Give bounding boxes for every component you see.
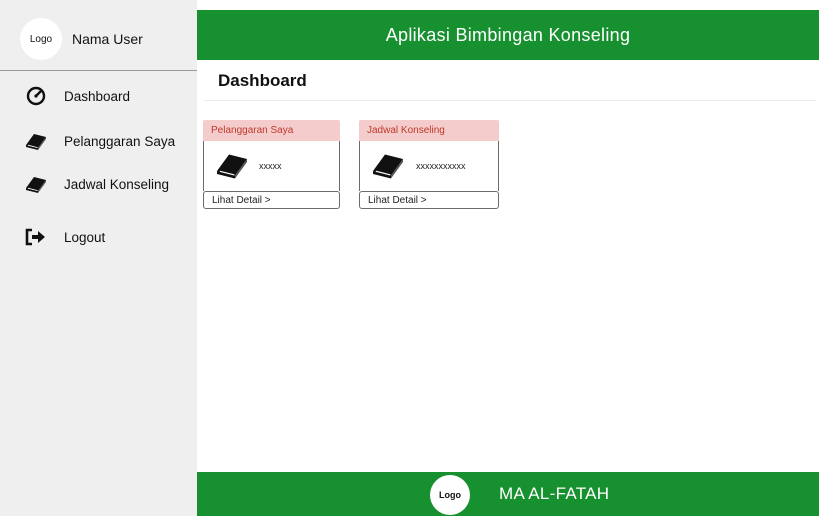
book-icon	[370, 149, 406, 181]
sidebar-item-pelanggaran[interactable]: Pelanggaran Saya	[0, 126, 197, 156]
sidebar-item-label: Jadwal Konseling	[64, 176, 170, 192]
sidebar-item-dashboard[interactable]: Dashboard	[0, 81, 197, 111]
dashboard-gauge-icon	[24, 86, 48, 106]
app-title: Aplikasi Bimbingan Konseling	[385, 24, 631, 45]
school-logo: Logo	[430, 475, 470, 515]
sidebar-item-label: Logout	[64, 229, 106, 245]
card-body: xxxxx	[203, 141, 340, 191]
book-icon	[24, 174, 48, 194]
sidebar-item-label: Dashboard	[64, 88, 131, 104]
card-title: Jadwal Konseling	[359, 120, 499, 141]
card-value: xxxxx	[259, 161, 282, 171]
footer: Logo MA AL-FATAH	[197, 472, 819, 516]
user-profile: Logo Nama User	[0, 10, 197, 68]
user-logo: Logo	[20, 18, 62, 60]
sidebar-item-jadwal[interactable]: Jadwal Konseling	[0, 169, 197, 199]
sidebar: Logo Nama User Dashboard Pelanggaran Say…	[0, 0, 197, 516]
detail-button[interactable]: Lihat Detail >	[359, 191, 499, 209]
card-body: xxxxxxxxxxx	[359, 141, 499, 191]
sidebar-item-label: Pelanggaran Saya	[64, 133, 176, 149]
logout-icon	[24, 227, 48, 247]
page-title: Dashboard	[218, 71, 307, 90]
detail-button[interactable]: Lihat Detail >	[203, 191, 340, 209]
book-icon	[214, 149, 250, 181]
user-name: Nama User	[72, 31, 143, 47]
book-icon	[24, 131, 48, 151]
sidebar-divider	[0, 70, 197, 71]
title-divider	[204, 100, 816, 101]
app-header: Aplikasi Bimbingan Konseling	[197, 10, 819, 60]
card-value: xxxxxxxxxxx	[416, 161, 466, 171]
card-title: Pelanggaran Saya	[203, 120, 340, 141]
school-name: MA AL-FATAH	[499, 484, 610, 503]
sidebar-item-logout[interactable]: Logout	[0, 222, 197, 252]
